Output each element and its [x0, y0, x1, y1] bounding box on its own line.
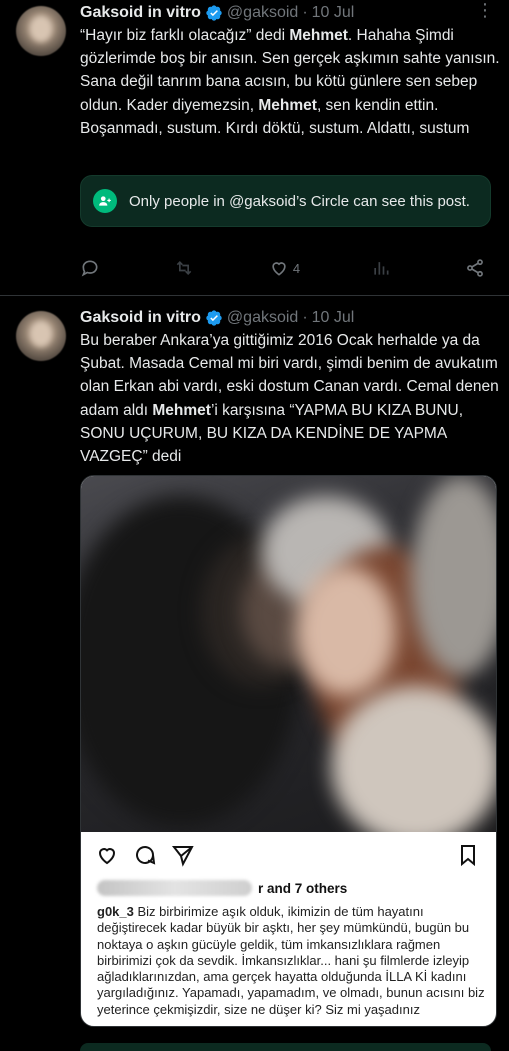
circle-notice: Only people in @gaksoid’s Circle can see… [80, 175, 491, 227]
post-date[interactable]: 10 Jul [312, 309, 355, 327]
caption-username: g0k_3 [97, 904, 134, 919]
verified-badge-icon [206, 5, 222, 21]
more-icon[interactable]: ⋮ [476, 0, 494, 21]
mention-mehmet: Mehmet [258, 96, 317, 114]
author-handle[interactable]: @gaksoid [227, 309, 298, 327]
next-circle-notice-edge [80, 1043, 491, 1051]
likes-text: r and 7 others [258, 880, 348, 896]
reply-button[interactable] [80, 258, 104, 278]
share-button[interactable] [465, 258, 485, 278]
tweet-actions: 4 [80, 256, 485, 280]
tweet-2[interactable]: Gaksoid in vitro @gaksoid · 10 Jul Bu be… [0, 297, 509, 1051]
embedded-instagram-screenshot[interactable]: r and 7 others g0k_3 Biz birbirimize aşı… [80, 475, 497, 1027]
mention-mehmet: Mehmet [289, 27, 348, 44]
retweet-button[interactable] [174, 258, 198, 278]
views-button[interactable] [371, 258, 395, 278]
circle-notice-text: Only people in @gaksoid’s Circle can see… [129, 192, 470, 210]
circle-people-icon [93, 189, 117, 213]
text-segment: “Hayır biz farklı olacağız” dedi [80, 27, 290, 44]
author-name[interactable]: Gaksoid in vitro [80, 4, 201, 22]
tweet-text: “Hayır biz farklı olacağız” dedi Mehmet.… [80, 24, 500, 140]
avatar[interactable] [16, 311, 66, 361]
retweet-icon [177, 260, 192, 276]
heart-outline-icon[interactable] [95, 843, 119, 867]
reply-icon [81, 260, 98, 277]
avatar[interactable] [16, 6, 66, 56]
instagram-action-row [81, 832, 496, 878]
mention-mehmet: Mehmet [152, 401, 211, 419]
likes-line: r and 7 others [97, 880, 347, 896]
send-icon[interactable] [171, 843, 195, 867]
tweet-header: Gaksoid in vitro @gaksoid · 10 Jul ⋮ [80, 0, 494, 24]
blurred-photo [81, 476, 496, 832]
caption-text: Biz birbirimize aşık olduk, ikimizin de … [97, 904, 485, 1017]
like-count: 4 [292, 260, 301, 276]
post-date[interactable]: 10 Jul [312, 4, 355, 22]
tweet-1[interactable]: Gaksoid in vitro @gaksoid · 10 Jul ⋮ “Ha… [0, 0, 509, 296]
views-icon [373, 262, 389, 275]
like-button[interactable]: 4 [269, 258, 300, 278]
tweet-header: Gaksoid in vitro @gaksoid · 10 Jul [80, 307, 493, 329]
author-handle[interactable]: @gaksoid [227, 4, 298, 22]
blurred-username [97, 880, 252, 896]
separator-dot: · [302, 309, 308, 326]
like-icon [272, 262, 286, 276]
verified-badge-icon [206, 310, 222, 326]
separator-dot: · [302, 4, 308, 21]
share-icon [467, 259, 483, 277]
comment-icon[interactable] [133, 843, 157, 867]
tweet-text: Bu beraber Ankara’ya gittiğimiz 2016 Oca… [80, 329, 500, 468]
bookmark-icon[interactable] [456, 843, 480, 867]
instagram-caption: g0k_3 Biz birbirimize aşık olduk, ikimiz… [97, 904, 491, 1018]
author-name[interactable]: Gaksoid in vitro [80, 309, 201, 327]
